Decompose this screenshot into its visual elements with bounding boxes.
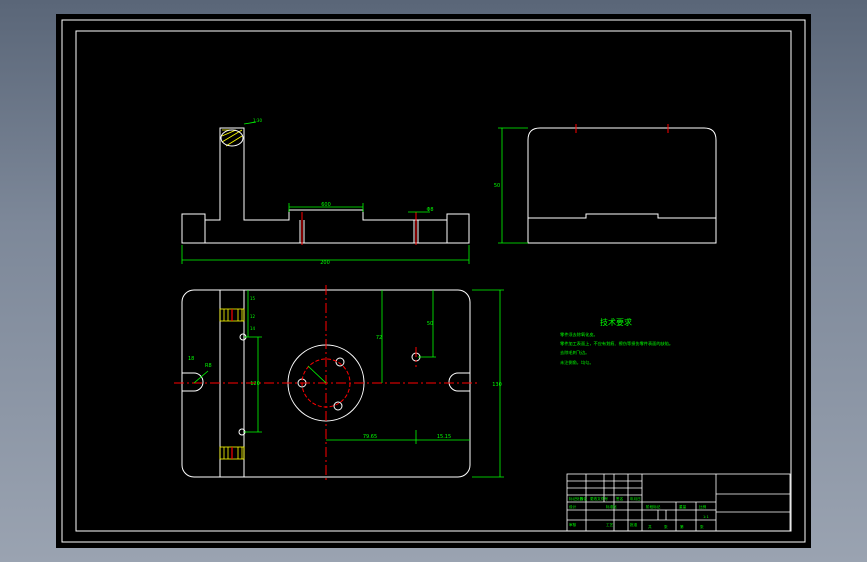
dim-mid-vertical: 72 xyxy=(376,335,382,341)
dim-left-b: 15 xyxy=(250,296,256,301)
tb-label: 第 xyxy=(680,524,684,529)
dim-plan-inner: 120 xyxy=(250,381,260,387)
tb-label: 张 xyxy=(664,524,668,529)
tech-req-item: 零件须去除氧化皮。 xyxy=(560,331,598,338)
dim-radius-left: R8 xyxy=(205,363,212,369)
tb-scale: 1:1 xyxy=(703,515,709,519)
tb-label: 批准 xyxy=(630,522,638,527)
dim-bore: Φ8 xyxy=(426,207,433,213)
tech-req-item: 未注倒角，均匀。 xyxy=(560,359,594,366)
tb-label: 比例 xyxy=(699,504,707,509)
dim-left-d: 14 xyxy=(250,326,256,331)
tech-requirements-title: 技术要求 xyxy=(600,317,632,327)
dim-bottom-long: 79.65 xyxy=(363,434,377,440)
tb-label: 更改文件号 xyxy=(590,496,608,501)
dim-slot-width: 600 xyxy=(321,202,331,208)
tb-label: 共 xyxy=(648,524,652,529)
dim-center-vertical: 50 xyxy=(427,321,433,327)
tb-label: 分区 xyxy=(580,496,588,501)
dim-overall-width: 200 xyxy=(320,260,330,266)
model-space-background xyxy=(56,14,811,548)
dim-plan-height: 130 xyxy=(492,382,502,388)
tb-label: 工艺 xyxy=(606,522,614,527)
dim-bottom-short: 15.15 xyxy=(437,434,451,440)
tb-label: 设计 xyxy=(569,504,577,509)
dim-left-a: 18 xyxy=(188,356,194,362)
tech-req-item: 零件加工表面上，不应有划痕、擦伤等损伤零件表面的缺陷。 xyxy=(560,340,673,347)
tb-label: 阶段标记 xyxy=(646,504,661,509)
dim-top: 1:30 xyxy=(253,118,262,123)
tb-label: 重量 xyxy=(679,504,687,509)
tb-label: 签名 xyxy=(616,496,624,501)
tech-req-item: 去除毛刺飞边。 xyxy=(560,349,589,356)
cad-drawing-window: 200 600 Φ8 1:30 50 130 72 50 120 79.65 1… xyxy=(56,14,811,548)
dim-left-c: 12 xyxy=(250,314,256,319)
dim-side-height: 50 xyxy=(494,183,500,189)
tb-label: 张 xyxy=(700,524,704,529)
tb-label: 审核 xyxy=(569,522,577,527)
tb-label: 标准化 xyxy=(606,504,617,509)
tb-label: 年月日 xyxy=(630,496,641,501)
